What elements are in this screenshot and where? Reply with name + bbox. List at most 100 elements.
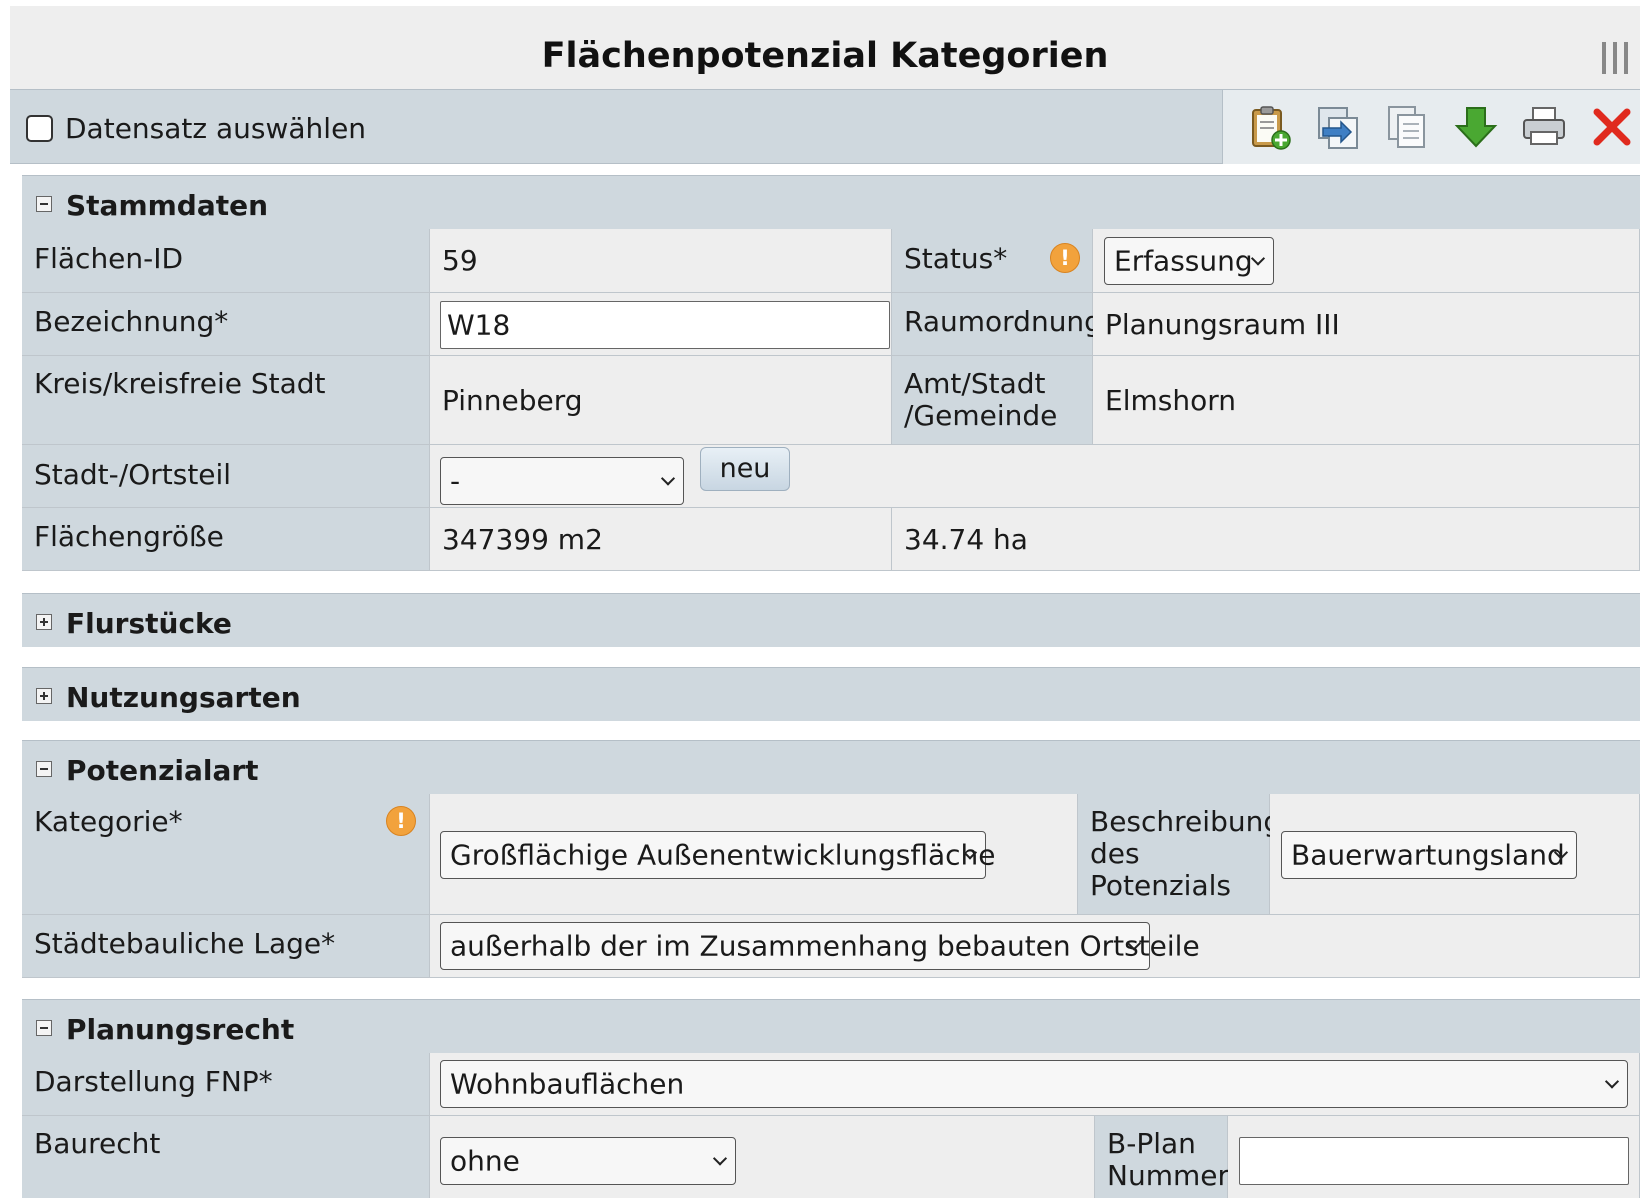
kreis-label: Kreis/kreisfreie Stadt (34, 367, 326, 400)
value-cell-lage: außerhalb der im Zusammenhang bebauten O… (430, 915, 1640, 978)
bplan-label-line2: Nummer (1107, 1159, 1229, 1192)
window-titlebar: Flächenpotenzial Kategorien (10, 6, 1640, 90)
label-cell-kreis: Kreis/kreisfreie Stadt (22, 356, 430, 445)
new-ortsteil-button-label: neu (719, 453, 771, 484)
chevron-down-icon (660, 471, 676, 486)
value-cell-flaechen-id: 59 (430, 229, 892, 293)
warning-icon: ! (386, 806, 416, 836)
label-cell-groesse: Flächengröße (22, 508, 430, 571)
bezeichnung-input-value: W18 (447, 308, 511, 342)
chevron-down-icon (1250, 251, 1266, 266)
import-icon[interactable] (1313, 102, 1363, 152)
status-select-value: Erfassung (1114, 244, 1253, 278)
status-select[interactable]: Erfassung (1104, 237, 1274, 285)
label-cell-bezeichnung: Bezeichnung* (22, 293, 430, 356)
fnp-select[interactable]: Wohnbauflächen (440, 1060, 1628, 1108)
page-title: Flächenpotenzial Kategorien (541, 36, 1109, 76)
flaechen-id-label: Flächen-ID (34, 242, 184, 275)
amt-label-line1: Amt/Stadt (904, 367, 1046, 400)
section-title-potenzialart: Potenzialart (66, 754, 259, 787)
ortsteil-select-value: - (450, 464, 461, 498)
label-cell-fnp: Darstellung FNP* (22, 1053, 430, 1116)
ortsteil-select[interactable]: - (440, 457, 684, 505)
section-title-flurstuecke: Flurstücke (66, 607, 232, 640)
groesse-label: Flächengröße (34, 520, 224, 553)
value-cell-raumordnung: Planungsraum III (1093, 293, 1640, 356)
value-cell-groesse-ha: 34.74 ha (892, 508, 1640, 571)
kreis-value: Pinneberg (442, 384, 583, 417)
lage-select[interactable]: außerhalb der im Zusammenhang bebauten O… (440, 922, 1200, 970)
chevron-down-icon (712, 1151, 728, 1166)
label-cell-raumordnung: Raumordnung (892, 293, 1102, 356)
chevron-down-icon (1604, 1074, 1620, 1089)
baurecht-label: Baurecht (34, 1127, 161, 1160)
kategorie-select[interactable]: Großflächige Außenentwicklungsfläche (440, 831, 996, 879)
section-header-potenzialart[interactable]: Potenzialart (22, 740, 1640, 794)
flaechen-id-value: 59 (442, 244, 478, 277)
value-cell-amt: Elmshorn (1093, 356, 1640, 445)
section-header-stammdaten[interactable]: Stammdaten (22, 175, 1640, 229)
groesse-m2-value: 347399 m2 (442, 523, 603, 556)
label-cell-baurecht: Baurecht (22, 1116, 430, 1198)
raumordnung-value: Planungsraum III (1105, 308, 1340, 341)
baurecht-select-value: ohne (450, 1144, 520, 1178)
fnp-label: Darstellung FNP* (34, 1065, 273, 1098)
delete-icon[interactable] (1587, 102, 1637, 152)
bezeichnung-input[interactable]: W18 (440, 301, 890, 349)
value-cell-bezeichnung: W18 (430, 293, 892, 356)
collapse-icon[interactable] (36, 761, 52, 777)
label-cell-status: Status* ! (892, 229, 1093, 293)
value-cell-baurecht: ohne (430, 1116, 1095, 1198)
beschreibung-label-line1: Beschreibung (1090, 805, 1282, 838)
collapse-icon[interactable] (36, 196, 52, 212)
bezeichnung-label: Bezeichnung* (34, 305, 229, 338)
section-title-stammdaten: Stammdaten (66, 189, 269, 222)
toolbar-actions (1222, 90, 1640, 164)
section-header-nutzungsarten[interactable]: Nutzungsarten (22, 667, 1640, 721)
warning-icon: ! (1050, 243, 1080, 273)
download-icon[interactable] (1451, 102, 1501, 152)
section-title-nutzungsarten: Nutzungsarten (66, 681, 301, 714)
amt-value: Elmshorn (1105, 384, 1236, 417)
beschreibung-select[interactable]: Bauerwartungsland (1281, 831, 1577, 879)
print-icon[interactable] (1519, 102, 1569, 152)
bplan-input[interactable] (1239, 1137, 1629, 1185)
beschreibung-label-line3: Potenzials (1090, 869, 1231, 902)
expand-icon[interactable] (36, 688, 52, 704)
record-toolbar: Datensatz auswählen (10, 90, 1640, 164)
groesse-ha-value: 34.74 ha (904, 523, 1028, 556)
label-cell-kategorie: Kategorie* ! (22, 794, 430, 915)
expand-icon[interactable] (36, 614, 52, 630)
three-bars-icon[interactable] (1602, 42, 1628, 74)
amt-label-line2: /Gemeinde (904, 399, 1058, 432)
section-title-planungsrecht: Planungsrecht (66, 1013, 295, 1046)
section-header-planungsrecht[interactable]: Planungsrecht (22, 999, 1640, 1053)
select-record-control[interactable]: Datensatz auswählen (26, 112, 366, 145)
value-cell-status: Erfassung (1093, 229, 1640, 293)
label-cell-amt: Amt/Stadt /Gemeinde (892, 356, 1093, 445)
beschreibung-select-value: Bauerwartungsland (1291, 838, 1565, 872)
lage-select-value: außerhalb der im Zusammenhang bebauten O… (450, 929, 1200, 963)
kategorie-label: Kategorie* (34, 805, 183, 838)
value-cell-kreis: Pinneberg (430, 356, 892, 445)
collapse-icon[interactable] (36, 1020, 52, 1036)
section-header-flurstuecke[interactable]: Flurstücke (22, 593, 1640, 647)
baurecht-select[interactable]: ohne (440, 1137, 736, 1185)
value-cell-beschreibung: Bauerwartungsland (1270, 794, 1640, 915)
beschreibung-label-line2: des (1090, 837, 1140, 870)
ortsteil-label: Stadt-/Ortsteil (34, 458, 232, 491)
fnp-select-value: Wohnbauflächen (450, 1067, 685, 1101)
value-cell-kategorie: Großflächige Außenentwicklungsfläche (430, 794, 1078, 915)
select-record-label: Datensatz auswählen (65, 112, 367, 145)
value-cell-fnp: Wohnbauflächen (430, 1053, 1640, 1116)
select-record-checkbox[interactable] (26, 115, 53, 142)
value-cell-ortsteil: - neu (430, 445, 1640, 508)
clipboard-add-icon[interactable] (1245, 102, 1295, 152)
raumordnung-label: Raumordnung (904, 305, 1102, 338)
label-cell-lage: Städtebauliche Lage* (22, 915, 430, 978)
status-label: Status* (904, 242, 1008, 275)
label-cell-bplan: B-Plan Nummer (1095, 1116, 1229, 1198)
copy-icon[interactable] (1381, 102, 1431, 152)
label-cell-flaechen-id: Flächen-ID (22, 229, 430, 293)
new-ortsteil-button[interactable]: neu (700, 447, 790, 491)
